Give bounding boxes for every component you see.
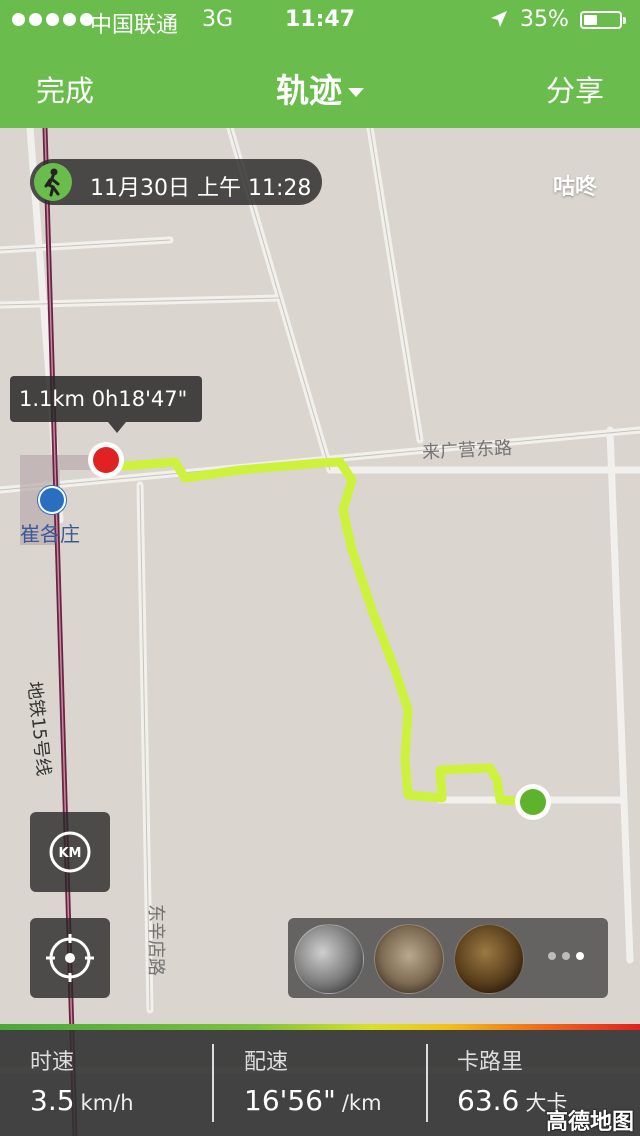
locate-button[interactable] xyxy=(30,918,110,998)
page-title: 轨迹 xyxy=(276,71,342,110)
stat-value: 16'56" xyxy=(244,1084,336,1117)
start-marker[interactable] xyxy=(93,447,119,473)
track-date-pill: 11月30日 上午 11:28 xyxy=(30,159,322,205)
km-button-label: KM xyxy=(58,846,81,861)
road-label-east: 来广营东路 xyxy=(421,437,513,464)
stat-unit: km/h xyxy=(80,1091,134,1115)
metro-station-icon xyxy=(38,486,66,514)
photo-thumbnail-3[interactable] xyxy=(454,924,524,994)
km-toggle-button[interactable]: KM xyxy=(30,812,110,892)
end-marker[interactable] xyxy=(520,789,546,815)
divider xyxy=(426,1044,428,1122)
photo-strip[interactable] xyxy=(288,918,608,998)
stat-pace: 配速 16'56"/km xyxy=(244,1030,424,1136)
title-dropdown[interactable]: 轨迹 xyxy=(0,64,640,112)
callout-text: 1.1km 0h18'47" xyxy=(19,387,188,411)
stat-speed: 时速 3.5 km/h xyxy=(30,1030,210,1136)
stat-label: 配速 xyxy=(244,1050,289,1075)
stat-value: 3.5 xyxy=(30,1084,75,1117)
status-bar: 中国联通 3G 11:47 35% xyxy=(0,0,640,40)
map-provider-watermark: 高德地图 xyxy=(545,1110,634,1135)
navigation-bar: 完成 轨迹 分享 xyxy=(0,40,640,128)
location-arrow-icon xyxy=(490,9,508,34)
divider xyxy=(212,1044,214,1122)
route-path xyxy=(101,455,537,807)
page-indicator[interactable] xyxy=(548,952,584,960)
share-button[interactable]: 分享 xyxy=(546,68,604,110)
road-label-south: 东辛店路 xyxy=(145,904,166,976)
photo-thumbnail-2[interactable] xyxy=(374,924,444,994)
station-label: 崔各庄 xyxy=(20,522,80,546)
track-date-text: 11月30日 上午 11:28 xyxy=(90,176,312,201)
battery-icon xyxy=(580,11,626,29)
stat-label: 卡路里 xyxy=(457,1050,524,1075)
photo-thumbnail-1[interactable] xyxy=(294,924,364,994)
caret-down-icon xyxy=(348,88,364,97)
stat-unit: /km xyxy=(341,1091,382,1115)
stat-value: 63.6 xyxy=(457,1084,520,1117)
walking-icon xyxy=(34,163,72,201)
stat-label: 时速 xyxy=(30,1050,75,1075)
start-callout: 1.1km 0h18'47" xyxy=(10,376,202,433)
locate-icon xyxy=(46,934,94,982)
stats-panel: 时速 3.5 km/h 配速 16'56"/km 卡路里 63.6 大卡 xyxy=(0,1030,640,1136)
battery-percent: 35% xyxy=(520,7,569,32)
user-name[interactable]: 咕咚 xyxy=(553,169,597,201)
